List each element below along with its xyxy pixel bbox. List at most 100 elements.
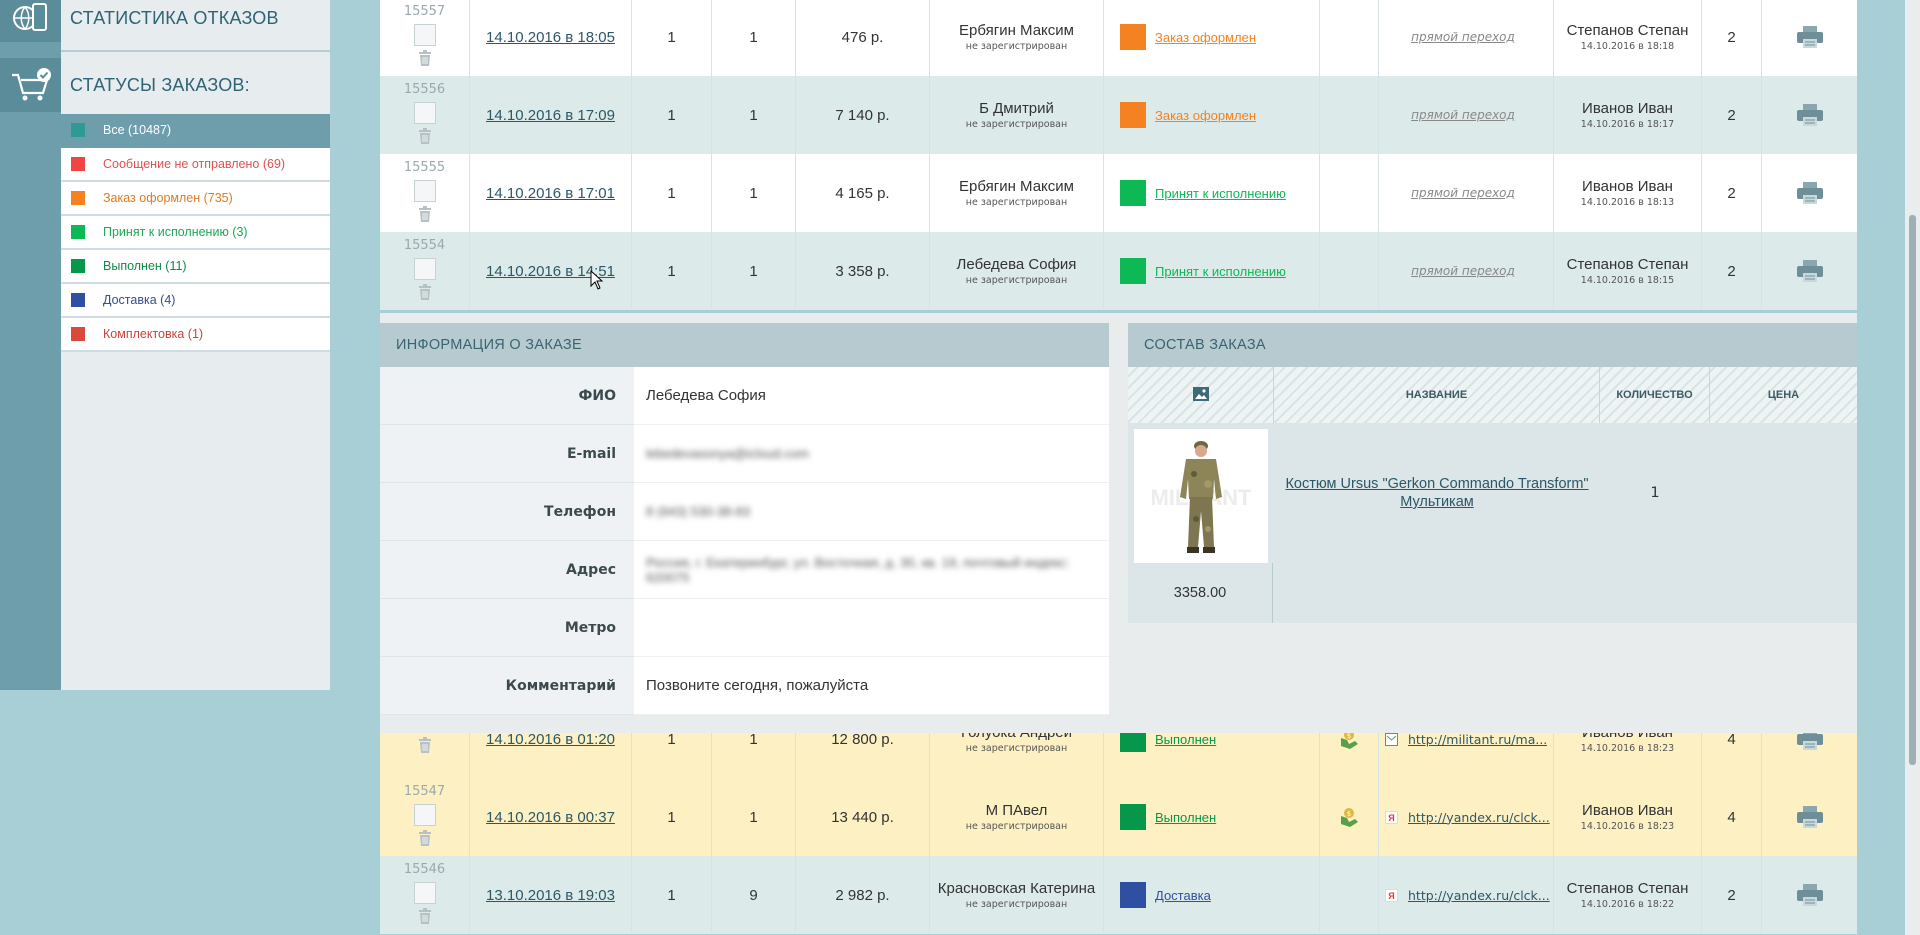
trash-icon[interactable] xyxy=(418,206,432,222)
status-filter-item[interactable]: Сообщение не отправлено (69) xyxy=(61,148,330,182)
order-date-link[interactable]: 13.10.2016 в 19:03 xyxy=(486,887,615,904)
globe-phone-icon xyxy=(0,0,61,42)
order-count: 2 xyxy=(1727,184,1736,202)
refusal-stats-link[interactable]: СТАТИСТИКА ОТКАЗОВ xyxy=(0,0,330,42)
order-date-cell: 14.10.2016 в 17:09 xyxy=(470,76,632,154)
source-direct-link[interactable]: прямой переход xyxy=(1379,30,1547,44)
trash-icon[interactable] xyxy=(418,50,432,66)
order-sum-cell: 476 р. xyxy=(796,0,930,76)
printer-icon[interactable] xyxy=(1796,259,1824,283)
print-cell xyxy=(1762,232,1857,310)
row-checkbox[interactable] xyxy=(413,804,436,826)
order-value-1: 1 xyxy=(667,106,676,124)
order-row[interactable]: 15557 14.10.2016 в 18:05 1 1 476 р. Ербягин М… xyxy=(380,0,1857,76)
order-status-link[interactable]: Принят к исполнению xyxy=(1155,186,1286,201)
order-col-2: 9 xyxy=(712,856,796,934)
trash-icon[interactable] xyxy=(418,284,432,300)
order-status-link[interactable]: Заказ оформлен xyxy=(1155,30,1256,45)
order-info-value: lebedevasonya@icloud.com xyxy=(634,425,1109,483)
customer-cell: Ербягин Максим не зарегистрирован xyxy=(930,154,1104,232)
payment-cell xyxy=(1320,0,1379,76)
customer-name: Ербягин Максим xyxy=(959,22,1074,39)
source-link[interactable]: http://yandex.ru/clck... xyxy=(1408,810,1550,825)
row-checkbox[interactable] xyxy=(413,102,436,124)
trash-icon[interactable] xyxy=(418,128,432,144)
scrollbar-thumb[interactable] xyxy=(1909,215,1916,765)
status-filter-item[interactable]: Принят к исполнению (3) xyxy=(61,216,330,250)
printer-icon[interactable] xyxy=(1796,883,1824,907)
status-color-square[interactable] xyxy=(1120,180,1146,206)
order-status-link[interactable]: Выполнен xyxy=(1155,810,1216,825)
count-cell: 2 xyxy=(1702,76,1762,154)
order-col-1: 1 xyxy=(632,778,712,856)
source-cell: прямой переход xyxy=(1379,0,1554,76)
product-price: 3358.00 xyxy=(1128,563,1273,623)
status-color-square[interactable] xyxy=(1120,258,1146,284)
printer-icon[interactable] xyxy=(1796,103,1824,127)
customer-reg-status: не зарегистрирован xyxy=(965,743,1068,754)
order-date-link[interactable]: 14.10.2016 в 18:05 xyxy=(486,29,615,46)
source-cell: прямой переход xyxy=(1379,76,1554,154)
order-status-link[interactable]: Заказ оформлен xyxy=(1155,108,1256,123)
order-info-value: Позвоните сегодня, пожалуйста xyxy=(634,657,1109,715)
order-col-2: 1 xyxy=(712,76,796,154)
order-date-link[interactable]: 14.10.2016 в 01:20 xyxy=(486,731,615,748)
yandex-source-icon: Я xyxy=(1385,810,1398,824)
status-filter-label: Заказ оформлен (735) xyxy=(103,191,233,205)
order-row[interactable]: 15546 13.10.2016 в 19:03 1 9 2 982 р. Краснов… xyxy=(380,856,1857,934)
trash-icon[interactable] xyxy=(418,908,432,924)
trash-icon[interactable] xyxy=(418,737,432,753)
order-id: 15546 xyxy=(403,862,446,877)
order-status-link[interactable]: Выполнен xyxy=(1155,732,1216,747)
product-image[interactable]: MILITANT xyxy=(1134,429,1268,563)
printer-icon[interactable] xyxy=(1796,25,1824,49)
order-date-link[interactable]: 14.10.2016 в 17:01 xyxy=(486,185,615,202)
order-count: 2 xyxy=(1727,106,1736,124)
status-filter-item[interactable]: Выполнен (11) xyxy=(61,250,330,284)
status-color-square[interactable] xyxy=(1120,804,1146,830)
order-status-link[interactable]: Принят к исполнению xyxy=(1155,264,1286,279)
order-col-1: 1 xyxy=(632,154,712,232)
source-direct-link[interactable]: прямой переход xyxy=(1379,186,1547,200)
order-status-link[interactable]: Доставка xyxy=(1155,888,1211,903)
status-color-swatch xyxy=(71,259,85,273)
page-scrollbar[interactable] xyxy=(1905,0,1920,935)
printer-icon[interactable] xyxy=(1796,181,1824,205)
order-date-cell: 14.10.2016 в 18:05 xyxy=(470,0,632,76)
order-row[interactable]: 15556 14.10.2016 в 17:09 1 1 7 140 р. Б Дмитр… xyxy=(380,76,1857,154)
source-direct-link[interactable]: прямой переход xyxy=(1379,264,1547,278)
status-color-square[interactable] xyxy=(1120,24,1146,50)
status-filter-item[interactable]: Доставка (4) xyxy=(61,284,330,318)
order-id-cell: 15556 xyxy=(380,76,470,154)
order-count: 2 xyxy=(1727,28,1736,46)
status-filter-item[interactable]: Все (10487) xyxy=(61,114,330,148)
source-direct-link[interactable]: прямой переход xyxy=(1379,108,1547,122)
row-checkbox[interactable] xyxy=(413,24,436,46)
trash-icon[interactable] xyxy=(418,830,432,846)
source-link[interactable]: http://militant.ru/ma... xyxy=(1408,732,1547,747)
printer-icon[interactable] xyxy=(1796,805,1824,829)
order-info-row: Телефон 8 (943) 530-38-83 xyxy=(380,483,1109,541)
status-color-square[interactable] xyxy=(1120,102,1146,128)
product-name-link[interactable]: Костюм Ursus "Gerkon Commando Transform"… xyxy=(1274,475,1600,511)
order-id-cell: 15554 xyxy=(380,232,470,310)
print-cell xyxy=(1762,154,1857,232)
order-row[interactable]: 15547 14.10.2016 в 00:37 1 1 13 440 р. М ПАве… xyxy=(380,778,1857,856)
row-checkbox[interactable] xyxy=(413,882,436,904)
order-info-value xyxy=(634,599,1109,657)
composition-header-row: НАЗВАНИЕ КОЛИЧЕСТВО ЦЕНА xyxy=(1128,367,1857,423)
order-col-2: 1 xyxy=(712,778,796,856)
status-filter-item[interactable]: Комплектовка (1) xyxy=(61,318,330,352)
order-sum: 4 165 р. xyxy=(835,184,890,202)
order-date-link[interactable]: 14.10.2016 в 17:09 xyxy=(486,107,615,124)
order-sum: 476 р. xyxy=(841,28,884,46)
row-checkbox[interactable] xyxy=(413,258,436,280)
status-color-square[interactable] xyxy=(1120,882,1146,908)
svg-text:$: $ xyxy=(1347,810,1351,818)
row-checkbox[interactable] xyxy=(413,180,436,202)
order-date-link[interactable]: 14.10.2016 в 00:37 xyxy=(486,809,615,826)
status-filter-item[interactable]: Заказ оформлен (735) xyxy=(61,182,330,216)
order-value-1: 1 xyxy=(667,886,676,904)
source-link[interactable]: http://yandex.ru/clck... xyxy=(1408,888,1550,903)
order-row[interactable]: 15555 14.10.2016 в 17:01 1 1 4 165 р. Ербягин… xyxy=(380,154,1857,232)
